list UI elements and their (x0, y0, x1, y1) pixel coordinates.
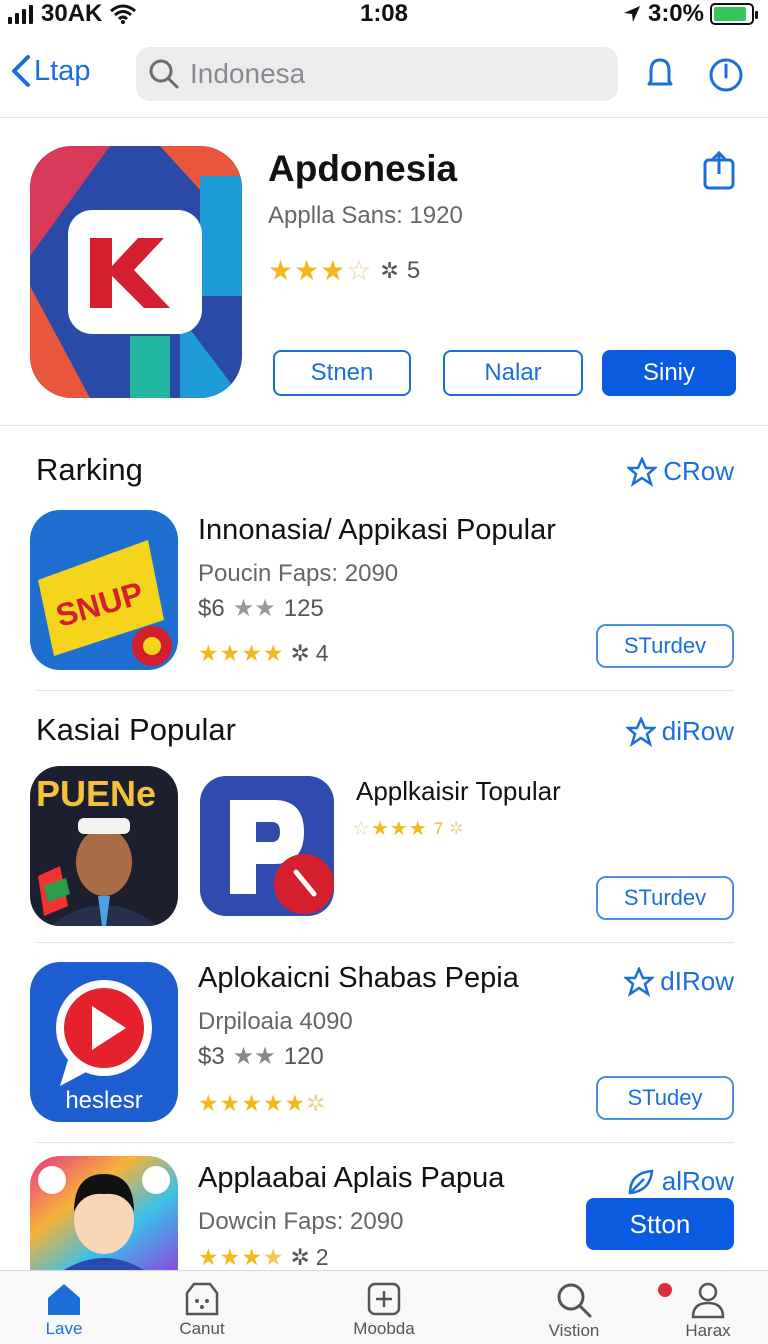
divider (36, 690, 734, 691)
star-outline-icon (627, 456, 658, 487)
battery-percent: 3:0% (647, 0, 704, 27)
star-outline-icon (625, 716, 656, 747)
star-rating: ☆★★★ (352, 818, 428, 840)
notification-badge (658, 1283, 672, 1297)
app-subtitle: Poucin Faps: 2090 (198, 560, 399, 587)
app-icon[interactable]: PUENe (30, 766, 178, 926)
status-bar: 30AK 1:08 3:0% (0, 0, 768, 30)
tab-canut[interactable]: Canut (142, 1281, 262, 1339)
plus-square-icon (367, 1282, 401, 1316)
section-title-popular: Kasiai Popular (36, 712, 236, 747)
link-label: diRow (661, 716, 734, 746)
featured-app: Apdonesia Applla Sans: 1920 ★★★☆ ✲ 5 Stn… (0, 118, 768, 426)
nav-bar: Ltap (0, 40, 768, 118)
app-price-count: 125 (283, 594, 324, 622)
bell-icon[interactable] (640, 54, 680, 94)
rating-count: 4 (315, 640, 329, 666)
section-link-3[interactable]: dIRow (624, 966, 734, 997)
app-price: $3 (198, 1042, 225, 1070)
app-rating-row: ★★★★ ✲ 2 (198, 1244, 329, 1271)
rating-count: 2 (315, 1244, 329, 1270)
star-rating: ★★★★★✲ (198, 1090, 327, 1116)
app-icon[interactable] (200, 776, 334, 916)
app-subtitle: Drpiloaia 4090 (198, 1008, 353, 1035)
section-link-ranking[interactable]: CRow (627, 456, 734, 487)
link-label: alRow (661, 1166, 734, 1196)
rating-separator-icon: ✲ (449, 818, 464, 838)
star-rating: ★★★★ (198, 640, 285, 666)
icon-text: PUENe (36, 773, 156, 814)
back-label: Ltap (34, 54, 91, 87)
rating-separator-icon: ✲ (290, 1244, 310, 1270)
app-subtitle: Dowcin Faps: 2090 (198, 1208, 404, 1235)
share-icon[interactable] (702, 150, 736, 190)
rating-count: 5 (406, 256, 421, 284)
person-icon (691, 1282, 725, 1319)
gray-stars-icon: ★★ (232, 595, 276, 622)
home-icon (48, 1284, 80, 1315)
app-icon[interactable] (30, 1156, 178, 1270)
tab-lave[interactable]: Lave (4, 1281, 124, 1339)
star-rating: ★★★☆ (268, 255, 373, 286)
app-price-row: $3 ★★ 120 (198, 1042, 324, 1071)
dice-icon (185, 1282, 219, 1316)
app-title: Apdonesia (268, 148, 458, 189)
tab-label: Lave (45, 1319, 83, 1338)
tab-label: Canut (179, 1319, 225, 1338)
action-button[interactable]: STurdev (596, 624, 734, 668)
nalar-button[interactable]: Nalar (443, 350, 583, 396)
rating-count: 7 (433, 818, 444, 838)
action-button[interactable]: STudey (596, 1076, 734, 1120)
divider (36, 942, 734, 943)
link-label: dIRow (660, 966, 734, 996)
app-rating-row: ★★★★★✲ (198, 1090, 326, 1117)
tab-vistion[interactable]: Vistion (514, 1281, 634, 1341)
stnen-button[interactable]: Stnen (273, 350, 411, 396)
chevron-left-icon (12, 55, 30, 87)
icon-text: heslesr (65, 1087, 142, 1114)
rating-row: ★★★☆ ✲ 5 (268, 254, 420, 287)
star-rating: ★★★★ (198, 1244, 285, 1270)
app-rating-row: ★★★★ ✲ 4 (198, 640, 329, 667)
app-title: Applaabai Aplais Papua (198, 1162, 505, 1194)
divider (36, 1142, 734, 1143)
gray-stars-icon: ★★ (232, 1043, 276, 1070)
search-icon (149, 59, 179, 89)
app-price: $6 (198, 594, 225, 622)
app-icon[interactable]: heslesr (30, 962, 178, 1122)
link-label: CRow (663, 456, 734, 486)
clock-icon[interactable] (706, 54, 746, 94)
siniy-button[interactable]: Siniy (602, 350, 736, 396)
search-bar[interactable] (136, 47, 618, 101)
tab-label: Harax (685, 1321, 731, 1340)
tab-moobda[interactable]: Moobda (324, 1281, 444, 1339)
app-icon[interactable] (30, 146, 242, 398)
action-button[interactable]: Stton (586, 1198, 734, 1250)
star-outline-icon (624, 966, 655, 997)
app-icon[interactable]: SNUP (30, 510, 178, 670)
app-price-count: 120 (283, 1042, 324, 1070)
tab-bar: Lave Canut Moobda Vistion Harax (0, 1270, 768, 1344)
app-subtitle: Applla Sans: 1920 (268, 202, 463, 229)
action-button[interactable]: STurdev (596, 876, 734, 920)
location-arrow-icon (623, 6, 640, 22)
rating-separator-icon: ✲ (380, 257, 399, 283)
battery-icon (710, 3, 758, 25)
app-price-row: $6 ★★ 125 (198, 594, 324, 623)
section-link-4[interactable]: alRow (626, 1166, 734, 1197)
app-title: Aplokaicni Shabas Pepia (198, 962, 519, 994)
tab-label: Moobda (353, 1319, 415, 1338)
back-button[interactable]: Ltap (10, 54, 90, 88)
search-input[interactable] (190, 58, 590, 90)
rating-separator-icon: ✲ (290, 640, 310, 666)
leaf-icon (628, 1169, 654, 1194)
section-link-popular[interactable]: diRow (625, 716, 734, 747)
search-icon (557, 1283, 592, 1318)
section-title-ranking: Rarking (36, 452, 143, 487)
app-rating-row: ☆★★★ 7 ✲ (352, 816, 463, 841)
tab-label: Vistion (548, 1321, 600, 1340)
app-title: Innonasia/ Appikasi Popular (198, 514, 556, 546)
app-title: Applkaisir Topular (356, 776, 561, 806)
